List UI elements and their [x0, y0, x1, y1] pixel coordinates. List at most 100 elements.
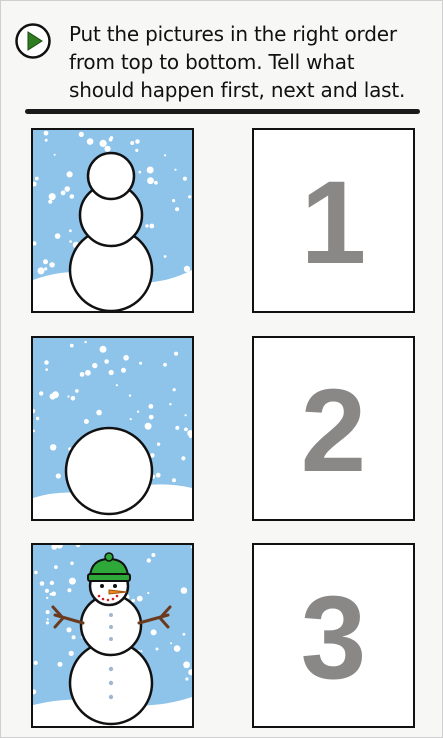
snowflake — [135, 148, 139, 152]
snowflake — [145, 224, 149, 228]
snowflake — [99, 345, 107, 353]
snowflake — [173, 645, 181, 652]
snowflake — [164, 154, 167, 157]
snowflake — [37, 267, 45, 275]
snowflake — [174, 351, 179, 356]
snowflake — [60, 190, 66, 196]
snowflake — [163, 362, 167, 367]
snowflake — [156, 442, 161, 446]
snowflake — [85, 369, 91, 376]
snowflake — [138, 170, 142, 174]
snowflake — [175, 207, 180, 212]
answer-slot-3[interactable]: 3 — [252, 543, 415, 728]
snowflake — [175, 425, 180, 430]
answer-slot-2[interactable]: 2 — [252, 336, 415, 521]
snowflake — [49, 262, 55, 268]
snowflake — [83, 419, 89, 424]
slot-number: 2 — [300, 364, 367, 497]
snowman-icon — [33, 130, 192, 311]
snowflake — [188, 195, 192, 199]
snowflake — [150, 629, 157, 636]
snowflake — [70, 396, 76, 401]
snowflake — [54, 565, 58, 569]
snowflake — [151, 553, 156, 557]
snowflake — [39, 581, 45, 586]
snowflake — [69, 229, 72, 233]
snowflake — [172, 478, 176, 483]
snowflake — [44, 138, 48, 142]
snowflake — [140, 650, 143, 653]
snowflake — [53, 153, 56, 156]
snowflake — [146, 166, 154, 174]
snowflake — [155, 647, 159, 651]
slot-number: 1 — [300, 156, 367, 289]
snowflake — [121, 367, 126, 373]
slot-number: 3 — [300, 571, 367, 704]
snowflake — [54, 233, 61, 239]
snowflake — [69, 194, 75, 199]
snowflake — [148, 414, 154, 420]
snowman-with-hat-icon — [33, 545, 192, 726]
snowflake — [48, 193, 56, 201]
snowflake — [69, 240, 72, 243]
snowflake — [45, 368, 48, 371]
snowflake — [183, 661, 191, 669]
snowflake — [45, 610, 50, 615]
snowflake — [163, 255, 167, 258]
snowflake — [149, 223, 155, 229]
snowflake — [64, 186, 70, 192]
snowflake — [182, 632, 186, 636]
snowflake — [104, 145, 111, 152]
snowflake — [147, 591, 150, 595]
snowflake — [180, 587, 188, 594]
snowflake — [155, 472, 161, 478]
snowflake — [129, 418, 132, 421]
snowflake — [128, 394, 132, 397]
answer-slot-1[interactable]: 1 — [252, 128, 415, 313]
snowflake — [70, 561, 74, 566]
snowflake — [67, 588, 72, 593]
snowflake — [35, 416, 40, 421]
snowflake — [172, 199, 176, 203]
instruction-header: Put the pictures in the right order from… — [1, 1, 443, 111]
snowflake — [69, 343, 74, 348]
snowball-icon — [33, 338, 192, 519]
snowflake — [184, 414, 187, 417]
snowflake — [49, 580, 55, 586]
snowflake — [43, 130, 49, 136]
snowflake — [52, 391, 59, 399]
snowflake — [99, 139, 107, 147]
snowflake — [68, 650, 74, 656]
snowflake — [135, 139, 140, 144]
snowflake — [78, 131, 84, 137]
snowflake — [48, 199, 53, 204]
snowflake — [154, 180, 158, 185]
snowflake — [57, 661, 63, 667]
play-button[interactable] — [15, 23, 51, 59]
snowflake — [67, 395, 70, 398]
picture-card-snowball[interactable] — [31, 336, 194, 521]
snowflake — [66, 627, 72, 633]
snowflake — [185, 677, 189, 681]
snowflake — [183, 265, 191, 273]
snowflake — [104, 359, 109, 364]
snowflake — [172, 388, 176, 392]
snowflake — [34, 176, 39, 181]
snowflake — [139, 361, 143, 365]
snowflake — [115, 384, 118, 387]
picture-card-snowman-body[interactable] — [31, 128, 194, 313]
snowflake — [146, 558, 151, 563]
snowflake — [66, 171, 73, 178]
snowflake — [136, 410, 140, 413]
snowflake — [34, 570, 38, 575]
snowflake — [79, 372, 85, 377]
snowflake — [123, 355, 129, 361]
snowflake — [86, 138, 94, 145]
snowflake — [84, 340, 87, 344]
snowflake — [148, 404, 154, 409]
snowflake — [44, 360, 49, 365]
snowflake — [44, 588, 50, 593]
snowflake — [71, 635, 76, 640]
picture-card-finished-snowman[interactable] — [31, 543, 194, 728]
snowflake — [43, 259, 48, 265]
